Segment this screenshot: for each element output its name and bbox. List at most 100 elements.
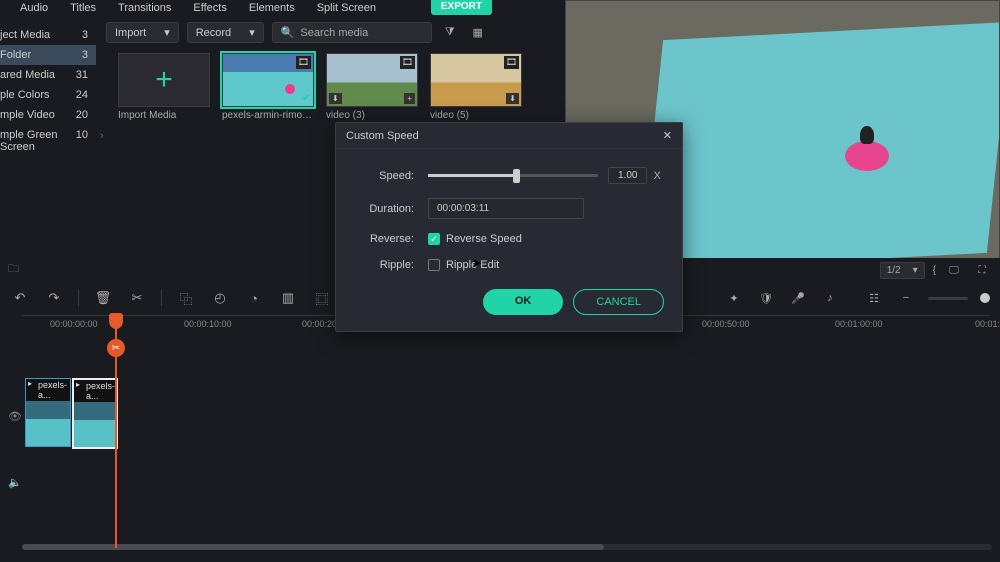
custom-speed-dialog: Custom Speed ✕ Speed: 1.00 X Duration: 0… <box>335 122 683 332</box>
ok-button[interactable]: OK <box>483 289 564 315</box>
reverse-label: Reverse: <box>354 233 414 245</box>
sidebar-item-sample-colors[interactable]: ple Colors 24 <box>0 85 96 105</box>
snapshot-icon[interactable]: 🖵 <box>944 261 964 281</box>
filter-icon[interactable]: ⧩ <box>440 23 460 43</box>
film-icon: 🎞 <box>296 56 311 69</box>
scrollbar-thumb[interactable] <box>22 544 604 550</box>
speed-icon[interactable]: ◴ <box>210 288 230 308</box>
clip-label: pexels-a... <box>26 379 70 401</box>
sidebar-item-label: mple Green Screen <box>0 129 76 153</box>
speed-label: Speed: <box>354 170 414 182</box>
import-media-tile[interactable]: + Import Media <box>118 53 210 121</box>
sidebar-item-count: 31 <box>76 69 88 81</box>
duration-input[interactable]: 00:00:03:11 <box>428 198 584 219</box>
chevron-down-icon: ▾ <box>913 265 918 276</box>
scissors-icon[interactable]: ✂ <box>127 288 147 308</box>
speed-value[interactable]: 1.00 <box>608 167 647 184</box>
voiceover-icon[interactable]: 🎤 <box>788 288 808 308</box>
tab-effects[interactable]: Effects <box>193 2 226 14</box>
sidebar-item-label: ared Media <box>0 69 55 81</box>
preview-pool <box>639 22 1000 271</box>
reverse-checkbox[interactable]: ✓ <box>428 233 440 245</box>
sidebar-item-label: mple Video <box>0 109 55 121</box>
redo-icon[interactable]: ↷ <box>44 288 64 308</box>
zoom-slider[interactable] <box>928 297 968 300</box>
marker-icon[interactable]: 🛡 <box>756 288 776 308</box>
media-item[interactable]: 🎞✔ pexels-armin-rimoldi-... <box>222 53 314 121</box>
media-item[interactable]: 🎞 ⬇ video (5) <box>430 53 522 121</box>
timeline-tracks: pexels-a... pexels-a... <box>0 370 1000 542</box>
chevron-down-icon: ▾ <box>249 26 255 39</box>
record-label: Record <box>196 27 231 39</box>
timeline-toolbar-right: ✦ 🛡 🎤 ♪ ☷ − <box>724 288 990 308</box>
zoom-out-icon[interactable]: − <box>896 288 916 308</box>
media-caption: video (5) <box>430 110 522 121</box>
mosaic-icon[interactable]: ⿴ <box>312 288 332 308</box>
record-dropdown[interactable]: Record ▾ <box>187 22 264 43</box>
sidebar-item-label: ple Colors <box>0 89 50 101</box>
sidebar-item-project-media[interactable]: ject Media3 <box>0 25 96 45</box>
music-icon[interactable]: ♪ <box>820 288 840 308</box>
sidebar-item-sample-video[interactable]: mple Video 20 <box>0 105 96 125</box>
zoom-knob[interactable] <box>980 293 990 303</box>
ripple-checkbox[interactable] <box>428 259 440 271</box>
sidebar-item-folder[interactable]: Folder 3 <box>0 45 96 65</box>
tab-titles[interactable]: Titles <box>70 2 96 14</box>
clip-thumbnail <box>26 401 70 446</box>
chevron-down-icon: ▾ <box>164 26 170 39</box>
delete-icon[interactable]: 🗑 <box>93 288 113 308</box>
timeline-clip[interactable]: pexels-a... <box>25 378 71 447</box>
check-icon: ✔ <box>302 91 311 104</box>
tab-elements[interactable]: Elements <box>249 2 295 14</box>
zoom-select[interactable]: 1/2▾ <box>880 262 925 279</box>
folder-icon[interactable]: 🗀 <box>8 260 19 279</box>
film-icon: 🎞 <box>400 56 415 69</box>
slider-knob[interactable] <box>513 169 520 183</box>
color-icon[interactable]: ◔ <box>244 288 264 308</box>
export-button[interactable]: EXPORT <box>431 0 492 15</box>
search-placeholder: Search media <box>300 27 368 39</box>
speed-slider[interactable] <box>428 174 598 177</box>
eye-icon[interactable]: 👁 <box>8 410 22 423</box>
sidebar-item-count: 3 <box>82 29 88 41</box>
search-input[interactable]: 🔍 Search media <box>272 22 432 43</box>
search-icon: 🔍 <box>281 26 295 39</box>
tab-transitions[interactable]: Transitions <box>118 2 171 14</box>
scissors-icon[interactable]: ✂ <box>107 339 125 357</box>
mixer-icon[interactable]: ☷ <box>864 288 884 308</box>
ruler-mark: 00:00:50:00 <box>702 319 750 329</box>
tab-audio[interactable]: Audio <box>20 2 48 14</box>
ruler-mark: 00:00:10:00 <box>184 319 232 329</box>
import-label: Import <box>115 27 146 39</box>
fullscreen-icon[interactable]: ⛶ <box>972 261 992 281</box>
sidebar-item-label: Folder <box>0 49 31 61</box>
sidebar-item-sample-green-screen[interactable]: mple Green Screen10 <box>0 125 96 157</box>
ruler-mark: 00:01: <box>975 319 1000 329</box>
cursor-icon: ➤ <box>472 256 482 270</box>
sidebar-item-shared-media[interactable]: ared Media 31 <box>0 65 96 85</box>
clip-thumbnail <box>74 402 116 447</box>
grid-view-icon[interactable]: ▦ <box>468 23 488 43</box>
close-icon[interactable]: ✕ <box>663 129 672 142</box>
green-screen-icon[interactable]: ▥ <box>278 288 298 308</box>
download-icon: ⬇ <box>506 93 519 104</box>
auto-enhance-icon[interactable]: ✦ <box>724 288 744 308</box>
sidebar-item-count: 20 <box>76 109 88 121</box>
film-icon: 🎞 <box>504 56 519 69</box>
sidebar-item-count: 3 <box>82 49 88 61</box>
tab-split-screen[interactable]: Split Screen <box>317 2 376 14</box>
timeline-clip[interactable]: pexels-a... <box>72 378 118 449</box>
media-caption: Import Media <box>118 110 210 121</box>
import-dropdown[interactable]: Import ▾ <box>106 22 179 43</box>
horizontal-scrollbar[interactable] <box>22 544 992 550</box>
brace-left-icon[interactable]: { <box>933 265 936 276</box>
chevron-right-icon[interactable]: › <box>100 130 104 142</box>
speaker-icon[interactable]: 🔈 <box>8 476 22 489</box>
cancel-button[interactable]: CANCEL <box>573 289 664 315</box>
sidebar-item-count: 24 <box>76 89 88 101</box>
undo-icon[interactable]: ↶ <box>10 288 30 308</box>
x-label: X <box>653 170 660 182</box>
media-item[interactable]: 🎞⬇+ video (3) <box>326 53 418 121</box>
crop-icon[interactable]: ⿻ <box>176 288 196 308</box>
playhead[interactable]: ✂ <box>115 313 117 548</box>
